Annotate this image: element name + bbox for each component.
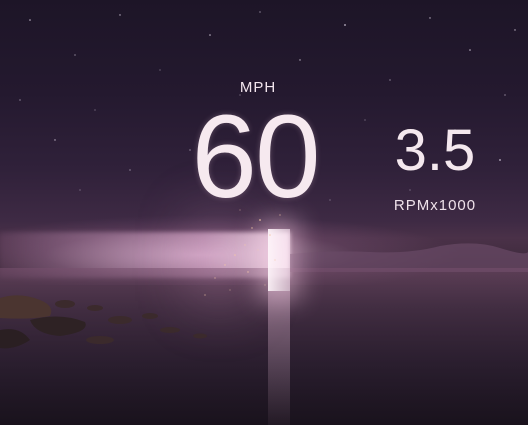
distant-hills (290, 243, 528, 272)
dashboard-screen: MPH 60 3.5 RPMx1000 (0, 0, 528, 425)
shoreline-rocks (0, 295, 207, 349)
rpm-unit-label: RPMx1000 (393, 197, 477, 214)
rpm-value: 3.5 (394, 118, 476, 183)
speed-value: 60 (191, 91, 320, 223)
